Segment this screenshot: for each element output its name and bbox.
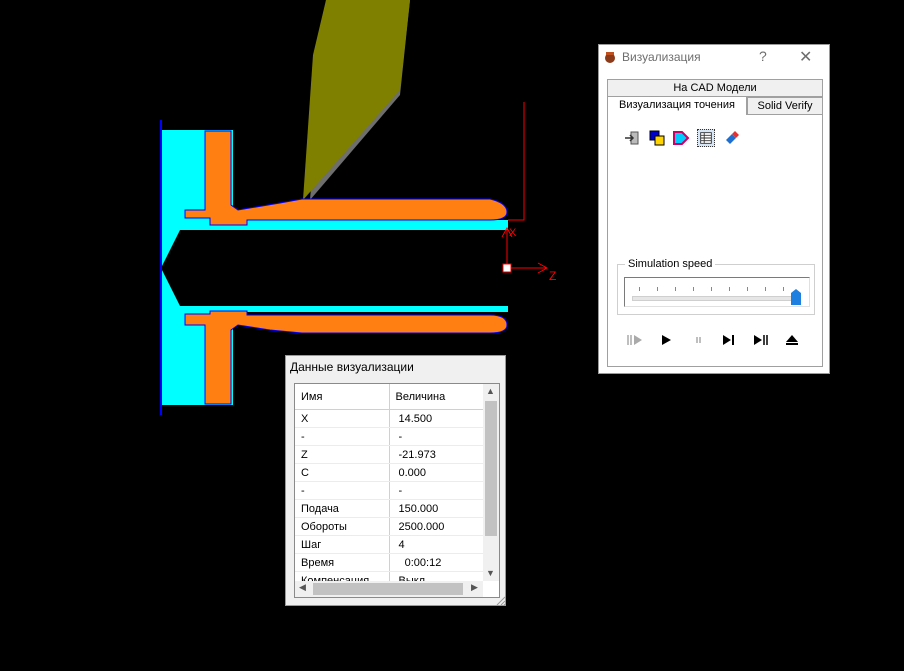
slider-tick: [783, 287, 784, 291]
help-button[interactable]: ?: [759, 48, 767, 64]
table-row[interactable]: X 14.500: [295, 409, 483, 428]
pause-icon: [696, 337, 701, 343]
param-name-cell: Подача: [295, 499, 390, 518]
data-table: Имя Величина X 14.500- - Z -21.973 C 0.000- - По…: [295, 384, 484, 590]
speed-slider-track[interactable]: [632, 296, 794, 301]
data-grid[interactable]: Имя Величина X 14.500- - Z -21.973 C 0.000- - По…: [294, 383, 500, 598]
step-forward-button[interactable]: [719, 333, 739, 347]
table-header-row: Имя Величина: [295, 384, 484, 410]
step-back-button[interactable]: [625, 333, 645, 347]
param-value-cell: -: [389, 427, 483, 446]
scroll-left-icon[interactable]: ◀: [299, 582, 306, 593]
param-value-cell: 0.000: [389, 463, 483, 482]
param-name-cell: -: [295, 427, 390, 446]
app-logo-icon: [605, 52, 615, 63]
tab-panel: [607, 115, 823, 367]
param-name-cell: Время: [295, 553, 390, 572]
table-row[interactable]: --: [295, 481, 483, 500]
origin-marker: [502, 263, 512, 273]
tab-label: Визуализация точения: [619, 99, 735, 111]
slider-tick: [729, 287, 730, 291]
scroll-down-icon[interactable]: ▼: [486, 568, 495, 578]
param-name-cell: Шаг: [295, 535, 390, 554]
vertical-scrollbar[interactable]: ▲ ▼: [483, 384, 499, 581]
tab-label: На CAD Модели: [673, 82, 757, 94]
slider-tick: [711, 287, 712, 291]
param-value-cell: 150.000: [389, 499, 483, 518]
param-value-cell: 2500.000: [389, 517, 483, 536]
table-row[interactable]: Z -21.973: [295, 445, 483, 464]
speed-slider-frame: [624, 277, 810, 307]
data-window-title: Данные визуализации: [290, 360, 414, 374]
scroll-up-icon[interactable]: ▲: [486, 386, 495, 396]
slider-tick: [675, 287, 676, 291]
visualization-window[interactable]: Визуализация ? ✕ На CAD Модели Визуализа…: [598, 44, 830, 374]
table-row[interactable]: Шаг 4: [295, 535, 483, 554]
tool-path-marker: [508, 102, 525, 221]
tab-label: Solid Verify: [757, 100, 813, 112]
window-title: Визуализация: [622, 50, 701, 64]
close-button[interactable]: ✕: [799, 47, 812, 67]
tool-shape-icon[interactable]: [672, 129, 690, 147]
param-value-cell: -21.973: [389, 445, 483, 464]
table-row[interactable]: Обороты 2500.000: [295, 517, 483, 536]
slider-tick: [657, 287, 658, 291]
slider-tick: [693, 287, 694, 291]
table-row[interactable]: C 0.000: [295, 463, 483, 482]
tab-cad-model[interactable]: На CAD Модели: [607, 79, 823, 97]
param-value-cell: 14.500: [389, 409, 483, 428]
vertical-scroll-thumb[interactable]: [485, 401, 497, 536]
tab-solid-verify[interactable]: Solid Verify: [747, 97, 823, 115]
param-value-cell: 0:00:12: [389, 553, 483, 572]
z-axis-label: Z: [549, 269, 556, 283]
param-name-cell: C: [295, 463, 390, 482]
param-name-cell: Обороты: [295, 517, 390, 536]
colors-icon[interactable]: [648, 129, 666, 147]
table-row[interactable]: --: [295, 427, 483, 446]
param-value-cell: 4: [389, 535, 483, 554]
x-axis-label: X: [509, 227, 517, 239]
column-header-name[interactable]: Имя: [295, 384, 390, 410]
run-to-end-icon: [754, 335, 768, 345]
tab-turning-visualization[interactable]: Визуализация точения: [607, 96, 747, 116]
step-forward-icon: [723, 335, 734, 345]
param-name-cell: -: [295, 481, 390, 500]
slider-tick: [765, 287, 766, 291]
play-icon: [662, 335, 671, 345]
param-name-cell: Z: [295, 445, 390, 464]
pause-button[interactable]: [689, 333, 709, 347]
horizontal-scrollbar[interactable]: ◀ ▶: [295, 581, 483, 597]
title-bar[interactable]: Визуализация ? ✕: [599, 45, 829, 69]
resize-grip-icon[interactable]: [496, 596, 506, 606]
column-header-value[interactable]: Величина: [389, 384, 484, 410]
table-row[interactable]: Подача 150.000: [295, 499, 483, 518]
slider-tick: [639, 287, 640, 291]
scroll-right-icon[interactable]: ▶: [471, 582, 478, 593]
horizontal-scroll-thumb[interactable]: [313, 583, 463, 595]
param-value-cell: -: [389, 481, 483, 500]
run-to-end-button[interactable]: [751, 333, 771, 347]
param-name-cell: X: [295, 409, 390, 428]
slider-tick: [747, 287, 748, 291]
eject-icon: [786, 335, 798, 345]
enter-icon[interactable]: [623, 129, 641, 147]
visualization-data-window[interactable]: Данные визуализации Имя Величина X 14.500…: [285, 355, 506, 606]
data-table-body: X 14.500- - Z -21.973 C 0.000- - Подача 150.000 Об…: [295, 409, 483, 590]
eject-button[interactable]: [782, 333, 802, 347]
simulation-speed-label: Simulation speed: [625, 258, 716, 270]
step-back-icon: [627, 335, 642, 345]
table-row[interactable]: Время 0:00:12: [295, 553, 483, 572]
table-icon[interactable]: [697, 129, 715, 147]
speed-slider-thumb[interactable]: [791, 289, 801, 305]
play-button[interactable]: [656, 333, 676, 347]
eraser-icon[interactable]: [722, 129, 740, 147]
